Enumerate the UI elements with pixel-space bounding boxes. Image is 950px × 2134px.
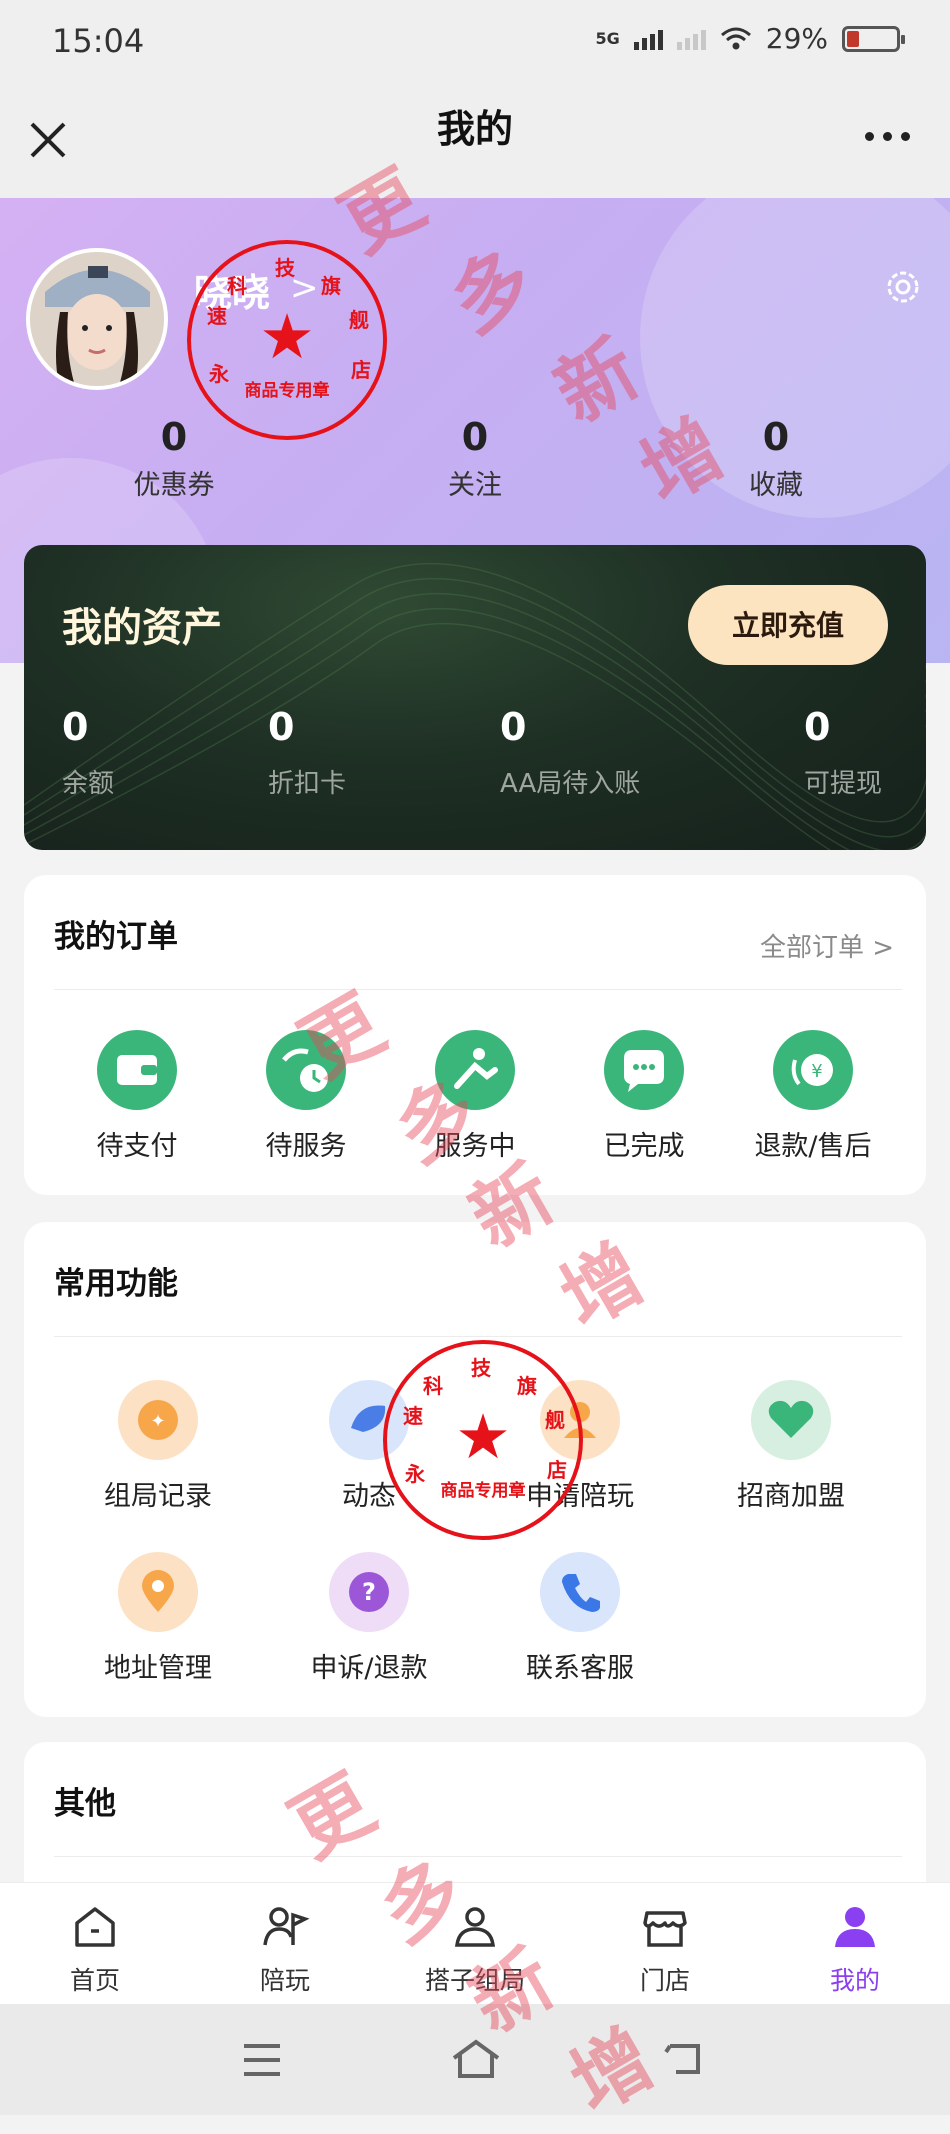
asset-balance[interactable]: 0 余额 [62,705,114,800]
asset-value: 0 [268,705,295,749]
tab-label: 陪玩 [259,1966,310,1995]
tab-store[interactable]: 门店 [600,1901,730,1997]
status-time: 15:04 [52,22,145,60]
order-label: 退款/售后 [754,1131,872,1162]
store-icon [643,1911,687,1947]
all-orders-link[interactable]: 全部订单 > [760,927,894,964]
asset-value: 0 [500,705,527,749]
battery-icon [842,25,905,52]
function-label: 申诉/退款 [310,1653,428,1684]
tab-companion[interactable]: 陪玩 [220,1901,350,1997]
home-icon [75,1907,115,1947]
menu-icon[interactable] [240,2040,284,2080]
star-icon: ★ [455,1399,511,1473]
asset-value: 0 [804,705,831,749]
stat-label: 优惠券 [133,470,215,501]
function-contact-service[interactable]: 联系客服 [495,1552,665,1685]
function-label: 联系客服 [526,1653,634,1684]
avatar[interactable] [26,248,168,390]
functions-title: 常用功能 [54,1266,178,1302]
asset-discount-card[interactable]: 0 折扣卡 [268,705,346,800]
svg-text:✦: ✦ [150,1411,165,1432]
signal-icon [633,28,663,50]
function-franchise[interactable]: 招商加盟 [706,1380,876,1513]
question-icon: ? [329,1552,409,1632]
function-label: 地址管理 [104,1653,212,1684]
chat-dots-icon [604,1030,684,1110]
handshake-icon [751,1380,831,1460]
divider [54,1336,902,1337]
wallet-icon [97,1030,177,1110]
order-label: 待服务 [265,1131,347,1162]
seal-stamp: 速科技 旗舰店 永 ★ 商品专用章 [187,240,387,440]
page-title: 我的 [436,107,513,151]
assets-card: 我的资产 立即充值 0 余额 0 折扣卡 0 AA局待入账 0 可提现 [24,545,926,850]
assets-title: 我的资产 [62,605,222,651]
top-bar: 15:04 5G 29% 我的 [0,0,950,198]
seal-stamp: 速科技 旗舰店 永 ★ 商品专用章 [383,1340,583,1540]
asset-aa-pending[interactable]: 0 AA局待入账 [500,705,640,800]
function-appeal-refund[interactable]: ? 申诉/退款 [284,1552,454,1685]
companion-icon [263,1907,310,1946]
order-label: 待支付 [96,1131,178,1162]
tab-home[interactable]: 首页 [30,1901,160,1997]
battery-percent: 29% [765,22,828,55]
svg-text:?: ? [362,1578,376,1606]
gear-icon[interactable] [882,266,924,308]
svg-text:¥: ¥ [811,1061,822,1082]
other-title: 其他 [54,1786,116,1822]
more-button[interactable] [865,132,910,141]
tab-mine[interactable]: 我的 [790,1901,920,1997]
order-refund[interactable]: ¥ 退款/售后 [728,1030,898,1163]
stat-label: 关注 [448,470,502,501]
location-icon [118,1552,198,1632]
seal-bottom-text: 商品专用章 [440,1481,526,1501]
asset-value: 0 [62,705,89,749]
asset-label: 可提现 [804,769,883,799]
close-icon[interactable] [26,118,70,162]
tab-label: 门店 [639,1966,690,1995]
divider [54,1856,902,1857]
wifi-icon [720,27,751,49]
home-nav-icon[interactable] [450,2036,502,2080]
network-label: 5G [595,29,620,48]
function-address[interactable]: 地址管理 [73,1552,243,1685]
tab-label: 首页 [69,1966,120,1995]
record-icon: ✦ [118,1380,198,1460]
back-nav-icon[interactable] [662,2038,708,2078]
stat-following[interactable]: 0 关注 [375,415,575,502]
star-icon: ★ [259,299,315,373]
function-label: 招商加盟 [737,1481,845,1512]
function-group-records[interactable]: ✦ 组局记录 [73,1380,243,1513]
refund-icon: ¥ [773,1030,853,1110]
asset-label: 折扣卡 [268,769,347,799]
user-icon [835,1907,875,1947]
function-label: 组局记录 [104,1481,212,1512]
stat-value: 0 [461,415,489,459]
order-pending-payment[interactable]: 待支付 [52,1030,222,1163]
asset-withdrawable[interactable]: 0 可提现 [804,705,882,800]
status-indicators: 5G 29% [595,22,905,55]
recharge-button[interactable]: 立即充值 [688,585,888,665]
asset-label: 余额 [62,769,115,799]
seal-bottom-text: 商品专用章 [244,381,330,401]
system-nav-bar [0,2004,950,2115]
asset-label: AA局待入账 [500,769,641,799]
order-completed[interactable]: 已完成 [559,1030,729,1163]
phone-icon [540,1552,620,1632]
signal2-icon [676,28,706,50]
divider [54,989,902,990]
tab-label: 我的 [829,1966,880,1995]
order-label: 已完成 [603,1131,685,1162]
orders-title: 我的订单 [54,919,178,955]
